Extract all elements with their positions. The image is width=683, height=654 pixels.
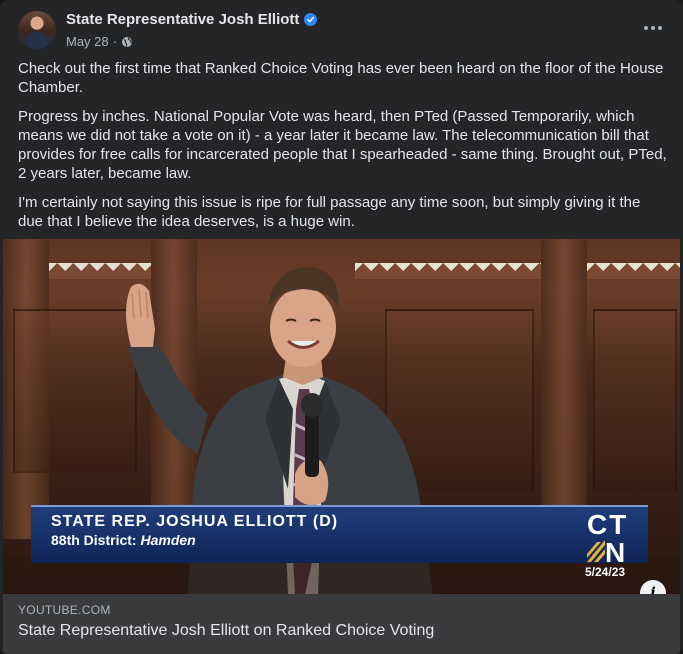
network-logo-stripes [587, 540, 605, 562]
verified-badge-icon [304, 13, 318, 26]
avatar-figure [27, 32, 47, 49]
more-options-icon[interactable] [639, 16, 667, 40]
post-paragraph: I'm certainly not saying this issue is r… [18, 194, 641, 230]
video-thumbnail[interactable]: STATE REP. JOSHUA ELLIOTT (D) 88th Distr… [3, 239, 680, 594]
caption-town: Hamden [140, 532, 196, 548]
post-meta: May 28 · [66, 34, 133, 49]
lower-third-caption: STATE REP. JOSHUA ELLIOTT (D) 88th Distr… [31, 505, 648, 563]
broadcast-date: 5/24/23 [585, 565, 626, 579]
post-header: State Representative Josh Elliott May 28… [18, 10, 667, 52]
link-title[interactable]: State Representative Josh Elliott on Ran… [18, 622, 434, 640]
link-preview[interactable]: YOUTUBE.COM State Representative Josh El… [3, 594, 680, 654]
author-avatar[interactable] [18, 11, 56, 49]
facebook-post: State Representative Josh Elliott May 28… [0, 0, 683, 654]
post-date[interactable]: May 28 [66, 34, 109, 49]
caption-district-label: 88th District: [51, 532, 137, 548]
meta-separator: · [112, 34, 117, 49]
post-paragraph: Check out the first time that Ranked Cho… [18, 60, 664, 96]
author-name[interactable]: State Representative Josh Elliott [66, 11, 299, 28]
network-logo: CT N 5/24/23 [585, 509, 645, 579]
post-body: Check out the first time that Ranked Cho… [18, 59, 668, 241]
globe-icon [121, 36, 133, 48]
link-domain: YOUTUBE.COM [18, 603, 111, 617]
caption-district: 88th District: Hamden [51, 532, 196, 548]
caption-name: STATE REP. JOSHUA ELLIOTT (D) [51, 513, 339, 530]
post-paragraph: Progress by inches. National Popular Vot… [18, 108, 667, 182]
author-name-row: State Representative Josh Elliott [66, 11, 318, 28]
